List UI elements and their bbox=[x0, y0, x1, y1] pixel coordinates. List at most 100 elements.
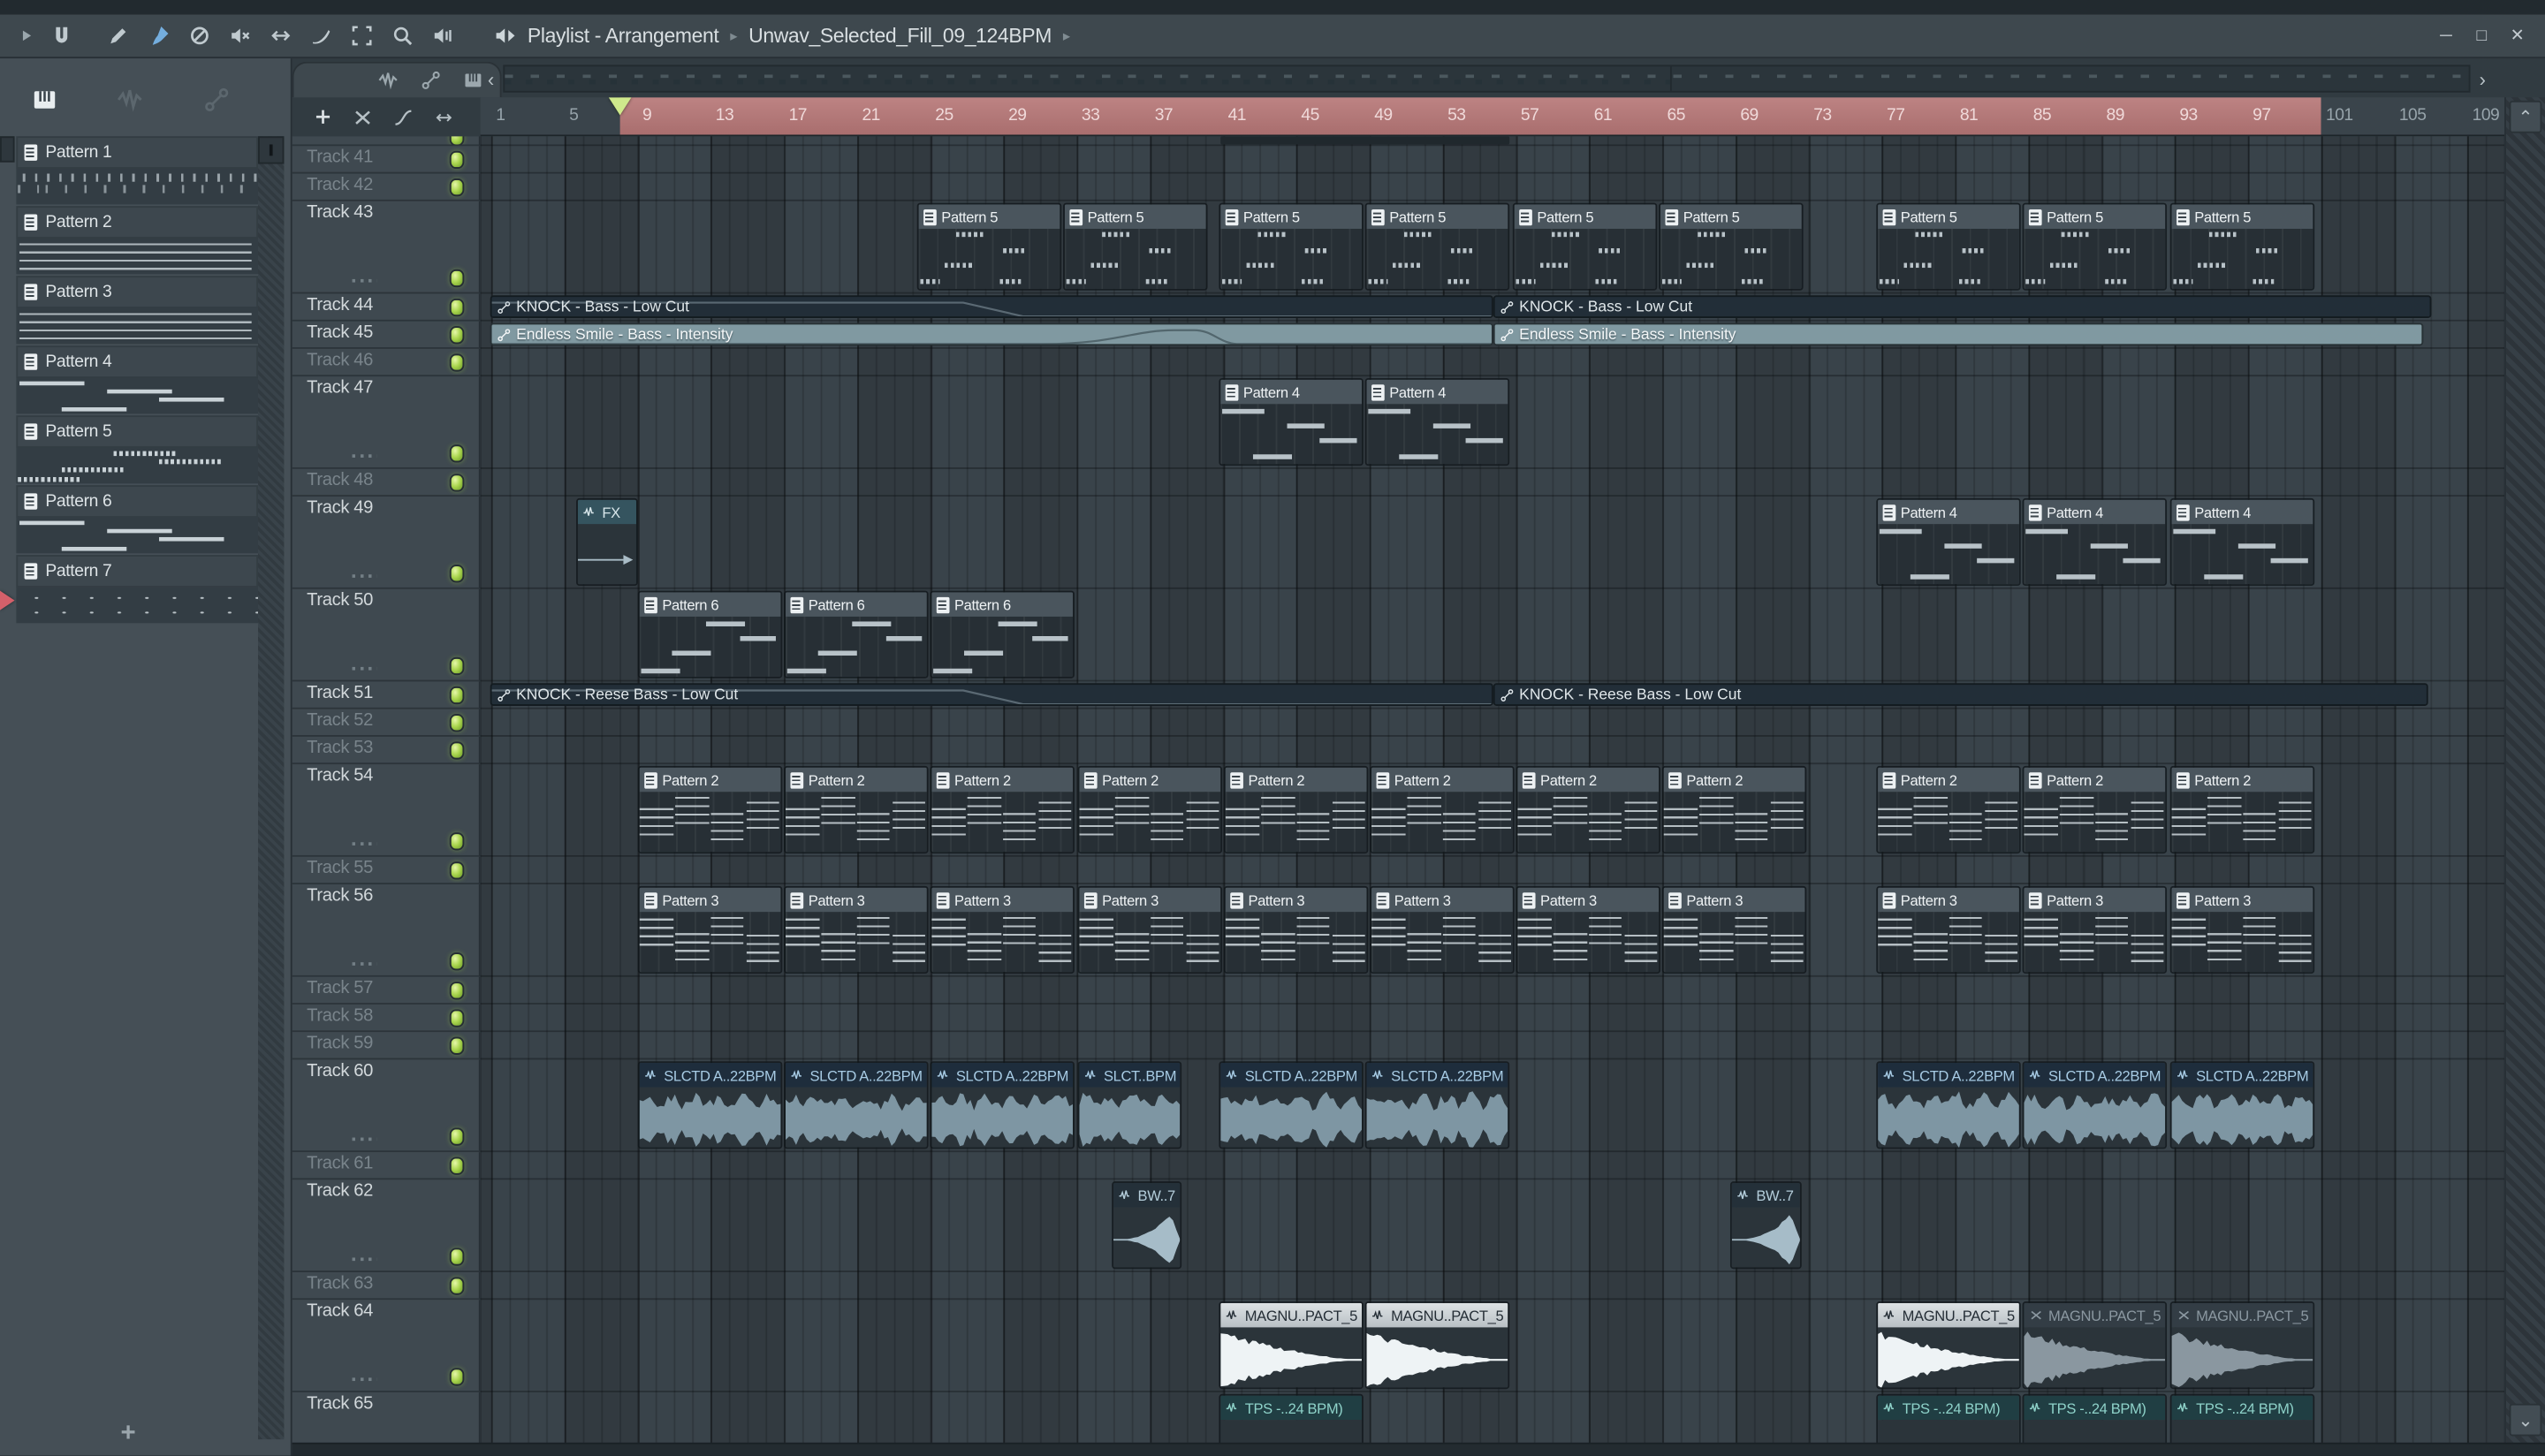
track-name[interactable]: Track 63 bbox=[292, 1271, 481, 1301]
overview-visible-range[interactable] bbox=[505, 66, 1672, 91]
track-lane[interactable] bbox=[480, 136, 2505, 147]
pattern-item-3[interactable]: Pattern 3 bbox=[16, 276, 259, 345]
track-lane[interactable] bbox=[480, 737, 2505, 765]
track-name[interactable]: Track 56 bbox=[292, 884, 481, 977]
pattern-clip[interactable]: Pattern 3 bbox=[1661, 885, 1807, 974]
brush-icon[interactable] bbox=[141, 19, 177, 52]
pattern-clip[interactable]: Pattern 3 bbox=[1223, 885, 1369, 974]
minimize-button[interactable]: ─ bbox=[2433, 23, 2458, 49]
track-options-dots-icon[interactable] bbox=[352, 574, 377, 578]
audio-clip[interactable]: SLCTD A..22BPM bbox=[784, 1061, 929, 1149]
track-name[interactable]: Track 49 bbox=[292, 497, 481, 589]
overview-scrollbar[interactable] bbox=[503, 64, 2471, 93]
track-name[interactable]: Track 48 bbox=[292, 468, 481, 497]
track-name[interactable]: Track 62 bbox=[292, 1179, 481, 1272]
pattern-clip[interactable]: Pattern 5 bbox=[2022, 202, 2168, 291]
stretch-tool-icon[interactable] bbox=[433, 106, 454, 127]
track-name[interactable]: Track 43 bbox=[292, 201, 481, 294]
cut-tool-icon[interactable] bbox=[353, 106, 374, 127]
picker-scroll-handle[interactable] bbox=[0, 136, 15, 163]
pattern-clip[interactable]: Pattern 4 bbox=[2169, 497, 2315, 587]
scroll-down-button[interactable]: ⌄ bbox=[2509, 1404, 2542, 1437]
clip-partial[interactable] bbox=[1220, 136, 1510, 145]
track-lane[interactable]: BW..7 BW..7 bbox=[480, 1179, 2505, 1272]
pattern-clip[interactable]: Pattern 3 bbox=[2169, 885, 2315, 974]
track-lane[interactable] bbox=[480, 1032, 2505, 1060]
pattern-clip[interactable]: Pattern 2 bbox=[1661, 765, 1807, 854]
track-name[interactable]: Track 54 bbox=[292, 764, 481, 857]
track-enable-led[interactable] bbox=[449, 832, 465, 851]
track-enable-led[interactable] bbox=[449, 326, 465, 345]
pattern-item-5[interactable]: Pattern 5 bbox=[16, 415, 259, 484]
wave-pane-tab-icon[interactable] bbox=[378, 70, 399, 91]
audio-clip[interactable]: MAGNU..PACT_5 bbox=[1876, 1301, 2021, 1390]
pattern-clip[interactable]: Pattern 4 bbox=[1219, 377, 1364, 466]
track-name[interactable]: Track 52 bbox=[292, 709, 481, 737]
playlist-pane-tab[interactable] bbox=[292, 61, 502, 98]
pattern-clip[interactable]: Pattern 2 bbox=[1223, 765, 1369, 854]
track-name[interactable]: Track 59 bbox=[292, 1032, 481, 1060]
pattern-clip[interactable]: Pattern 5 bbox=[1364, 202, 1510, 291]
add-pattern-button[interactable]: + bbox=[104, 1421, 153, 1450]
audio-clip[interactable]: SLCTD A..22BPM bbox=[1876, 1061, 2021, 1149]
track-lane[interactable] bbox=[480, 469, 2505, 497]
automation-clip[interactable]: KNOCK - Bass - Low Cut bbox=[490, 295, 1493, 318]
track-options-dots-icon[interactable] bbox=[352, 1257, 377, 1262]
audio-clip[interactable]: MAGNU..PACT_5 bbox=[1364, 1301, 1510, 1390]
audio-tab[interactable] bbox=[115, 85, 144, 114]
track-lane[interactable] bbox=[480, 857, 2505, 885]
link-pane-tab-icon[interactable] bbox=[421, 70, 442, 91]
pattern-item-4[interactable]: Pattern 4 bbox=[16, 345, 259, 414]
pattern-clip[interactable]: Pattern 4 bbox=[1876, 497, 2021, 587]
pattern-clip[interactable]: Pattern 3 bbox=[637, 885, 783, 974]
track-enable-led[interactable] bbox=[449, 1127, 465, 1146]
pattern-clip[interactable]: Pattern 5 bbox=[2169, 202, 2315, 291]
pattern-item-2[interactable]: Pattern 2 bbox=[16, 206, 259, 275]
track-enable-led[interactable] bbox=[449, 1277, 465, 1295]
track-lane[interactable] bbox=[480, 1272, 2505, 1301]
track-enable-led[interactable] bbox=[449, 150, 465, 170]
track-enable-led[interactable] bbox=[449, 1036, 465, 1055]
track-lane[interactable]: Endless Smile - Bass - Intensity Endless … bbox=[480, 322, 2505, 349]
track-name[interactable]: Track 46 bbox=[292, 348, 481, 377]
automation-clip[interactable]: Endless Smile - Bass - Intensity bbox=[1493, 322, 2424, 346]
track-enable-led[interactable] bbox=[449, 444, 465, 463]
track-name[interactable]: Track 61 bbox=[292, 1152, 481, 1180]
track-enable-led[interactable] bbox=[449, 269, 465, 288]
mute-tool-icon[interactable] bbox=[223, 19, 258, 52]
track-enable-led[interactable] bbox=[449, 136, 465, 145]
playback-preview-icon[interactable] bbox=[425, 19, 460, 52]
automation-clip[interactable]: Endless Smile - Bass - Intensity bbox=[490, 322, 1493, 346]
track-name[interactable]: Track 58 bbox=[292, 1004, 481, 1033]
track-lane[interactable]: MAGNU..PACT_5 MAGNU..PACT_5 MAGNU..PACT_5 M… bbox=[480, 1300, 2505, 1392]
pattern-clip[interactable]: Pattern 6 bbox=[930, 590, 1075, 679]
track-enable-led[interactable] bbox=[449, 1009, 465, 1028]
slice-tool-icon[interactable] bbox=[303, 19, 338, 52]
track-lane[interactable]: KNOCK - Bass - Low Cut KNOCK - Bass - Low… bbox=[480, 293, 2505, 322]
track-name[interactable]: Track 50 bbox=[292, 588, 481, 682]
scroll-up-button[interactable]: ⌃ bbox=[2509, 100, 2542, 133]
pattern-clip[interactable]: Pattern 3 bbox=[1876, 885, 2021, 974]
magnet-snap-icon[interactable] bbox=[44, 19, 80, 52]
audio-clip[interactable]: MAGNU..PACT_5 bbox=[1219, 1301, 1364, 1390]
track-options-dots-icon[interactable] bbox=[352, 1377, 377, 1382]
track-enable-led[interactable] bbox=[449, 1368, 465, 1386]
pattern-clip[interactable]: Pattern 2 bbox=[2022, 765, 2168, 854]
pattern-clip[interactable]: Pattern 2 bbox=[2169, 765, 2315, 854]
timeline-ruler[interactable]: 1 5 9 13 17 21 25 29 33 37 41 45 49 53 57 61 65 69 73 77 81 8… bbox=[480, 97, 2505, 137]
pattern-clip[interactable]: Pattern 5 bbox=[1512, 202, 1658, 291]
pattern-clip[interactable]: Pattern 2 bbox=[930, 765, 1075, 854]
track-enable-led[interactable] bbox=[449, 714, 465, 732]
track-lane[interactable]: SLCTD A..22BPM SLCTD A..22BPM SLCTD A..22B… bbox=[480, 1059, 2505, 1153]
audio-clip[interactable]: BW..7 bbox=[1112, 1181, 1182, 1270]
audio-clip[interactable]: SLCTD A..22BPM bbox=[2169, 1061, 2315, 1149]
audio-clip[interactable]: SLCTD A..22BPM bbox=[637, 1061, 783, 1149]
pattern-clip[interactable]: Pattern 6 bbox=[784, 590, 929, 679]
close-button[interactable]: ✕ bbox=[2504, 23, 2530, 49]
track-enable-led[interactable] bbox=[449, 952, 465, 971]
pattern-clip[interactable]: Pattern 2 bbox=[1516, 765, 1660, 854]
track-enable-led[interactable] bbox=[449, 178, 465, 197]
track-lane[interactable]: KNOCK - Reese Bass - Low Cut KNOCK - Rees… bbox=[480, 681, 2505, 709]
track-options-dots-icon[interactable] bbox=[352, 278, 377, 283]
pattern-clip[interactable]: Pattern 3 bbox=[2022, 885, 2168, 974]
